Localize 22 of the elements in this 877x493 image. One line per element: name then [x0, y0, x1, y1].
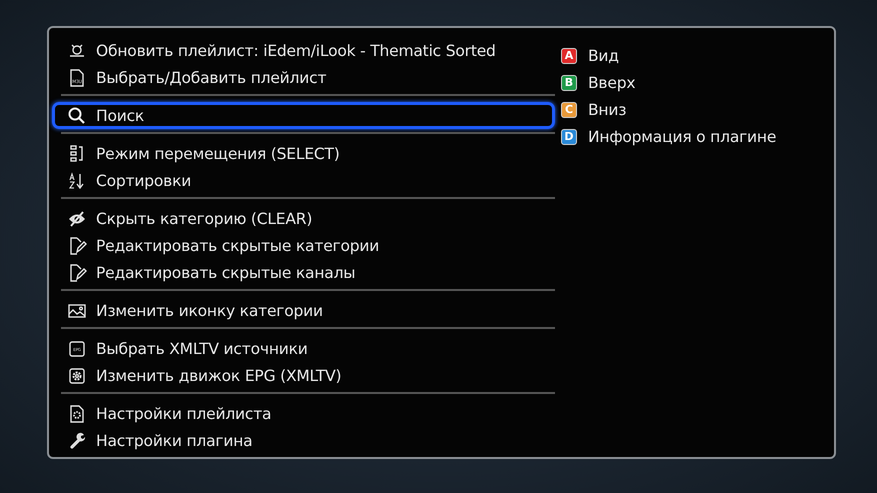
- menu-item[interactable]: Скрыть категорию (CLEAR): [52, 205, 555, 232]
- color-key-badge: C: [561, 102, 577, 118]
- color-key-badge: A: [561, 48, 577, 64]
- color-key-badge: D: [561, 128, 577, 144]
- search-icon: [67, 106, 87, 126]
- menu-item[interactable]: Изменить иконку категории: [52, 297, 555, 324]
- menu-item[interactable]: Изменить движок EPG (XMLTV): [52, 362, 555, 389]
- menu-item[interactable]: Поиск: [52, 102, 555, 129]
- menu-item[interactable]: Настройки плагина: [52, 427, 555, 454]
- hidden-eye-icon: [67, 208, 87, 228]
- menu-item[interactable]: Сортировки: [52, 167, 555, 194]
- menu-item[interactable]: Редактировать скрытые категории: [52, 232, 555, 259]
- key-label: Вверх: [588, 74, 636, 92]
- key-label: Информация о плагине: [588, 128, 776, 146]
- menu-item[interactable]: Обновить плейлист: iEdem/iLook - Thematic Sorted: [52, 37, 555, 64]
- menu-item[interactable]: Настройки плейлиста: [52, 400, 555, 427]
- gear-icon: [67, 366, 87, 386]
- menu-item[interactable]: Режим перемещения (SELECT): [52, 140, 555, 167]
- menu-item[interactable]: Редактировать скрытые каналы: [52, 259, 555, 286]
- key-label: Вниз: [588, 100, 626, 118]
- color-key-badge: B: [561, 74, 577, 90]
- key-label: Вид: [588, 46, 619, 64]
